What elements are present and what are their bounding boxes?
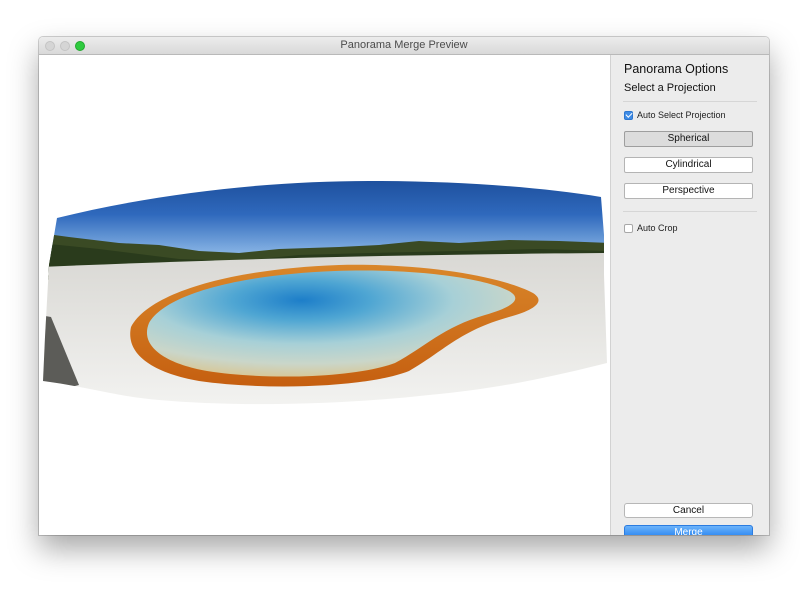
auto-crop-label: Auto Crop: [637, 223, 678, 233]
merge-button[interactable]: Merge: [624, 525, 753, 535]
panorama-options-panel: Panorama Options Select a Projection Aut…: [610, 55, 769, 535]
auto-select-projection-label: Auto Select Projection: [637, 110, 726, 120]
panorama-preview: [39, 55, 610, 535]
title-bar[interactable]: Panorama Merge Preview: [39, 37, 769, 55]
projection-cylindrical-button[interactable]: Cylindrical: [624, 157, 753, 173]
projection-perspective-button[interactable]: Perspective: [624, 183, 753, 199]
auto-select-projection-checkbox[interactable]: Auto Select Projection: [624, 110, 726, 120]
panorama-merge-window: Panorama Merge Preview Panorama Options …: [39, 37, 769, 535]
panorama-image: [43, 181, 607, 405]
cancel-button[interactable]: Cancel: [624, 503, 753, 518]
panel-heading: Panorama Options: [624, 62, 729, 76]
auto-crop-checkbox[interactable]: Auto Crop: [624, 223, 678, 233]
divider: [623, 101, 757, 102]
checkbox-unchecked-icon[interactable]: [624, 223, 633, 233]
divider: [623, 211, 757, 212]
checkbox-checked-icon[interactable]: [624, 110, 633, 120]
projection-spherical-button[interactable]: Spherical: [624, 131, 753, 147]
projection-subheading: Select a Projection: [624, 82, 716, 94]
window-title: Panorama Merge Preview: [340, 39, 468, 51]
